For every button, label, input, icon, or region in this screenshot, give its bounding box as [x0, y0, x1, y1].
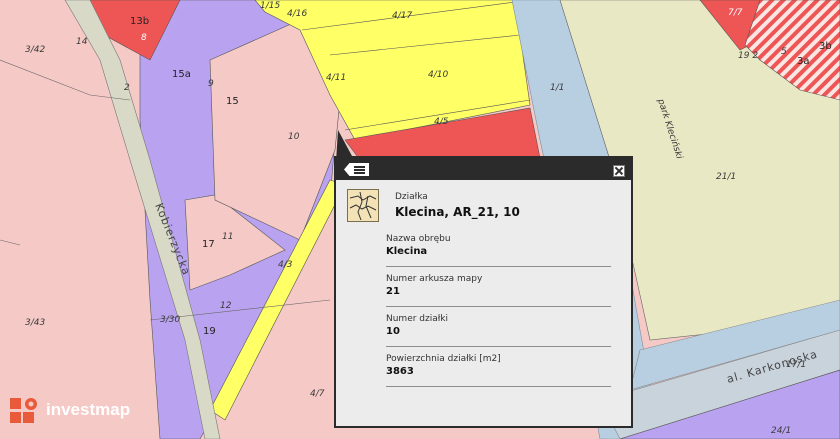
investmap-logo-icon	[10, 398, 37, 423]
label-2: 2	[124, 83, 130, 93]
label-19-2: 19 2	[738, 51, 758, 61]
label-3-43: 3/43	[25, 318, 45, 328]
field-label: Numer działki	[386, 314, 449, 324]
field-label: Nazwa obrębu	[386, 234, 451, 244]
label-1-1: 1/1	[550, 83, 564, 93]
field-label: Numer arkusza mapy	[386, 274, 483, 284]
popup-type-label: Działka	[395, 192, 428, 202]
label-24-1: 24/1	[771, 426, 791, 436]
list-icon[interactable]	[344, 163, 369, 176]
label-4-5: 4/5	[434, 117, 449, 127]
popup-title: Klecina, AR_21, 10	[395, 205, 520, 219]
field-value: 3863	[386, 366, 414, 377]
popup-body: Działka Klecina, AR_21, 10 Nazwa obrębu …	[336, 180, 631, 426]
field-label: Powierzchnia działki [m2]	[386, 354, 501, 364]
label-3-42: 3/42	[25, 45, 45, 55]
close-icon[interactable]	[613, 165, 625, 177]
label-3a: 3a	[797, 56, 810, 67]
field-value: 21	[386, 286, 400, 297]
label-11: 11	[222, 232, 233, 242]
label-4-10: 4/10	[428, 70, 448, 80]
label-12: 12	[220, 301, 232, 311]
label-10: 10	[288, 132, 300, 142]
field-numer-dzialki: Numer działki 10	[386, 314, 611, 347]
label-4-7: 4/7	[310, 389, 325, 399]
label-14: 14	[76, 37, 88, 47]
logo-text: investmap	[46, 400, 131, 419]
label-4-3: 4/3	[278, 260, 293, 270]
label-5: 5	[781, 47, 787, 57]
label-15a: 15a	[172, 69, 191, 80]
label-15: 15	[226, 96, 239, 107]
label-19: 19	[203, 326, 216, 337]
label-1-15: 1/15	[260, 1, 280, 11]
label-7-7: 7/7	[728, 8, 743, 18]
field-value: 10	[386, 326, 400, 337]
parcel-thumbnail-icon	[347, 189, 379, 222]
label-4-17: 4/17	[392, 11, 412, 21]
label-13b: 13b	[130, 16, 149, 27]
field-powierzchnia: Powierzchnia działki [m2] 3863	[386, 354, 611, 387]
popup-header	[334, 156, 633, 177]
label-3-30: 3/30	[160, 315, 180, 325]
label-17: 17	[202, 239, 215, 250]
label-9: 9	[208, 79, 214, 89]
label-4-11: 4/11	[326, 73, 346, 83]
label-21-1: 21/1	[716, 172, 736, 182]
label-3b: 3b	[819, 41, 832, 52]
label-8: 8	[141, 33, 147, 43]
field-numer-arkusza: Numer arkusza mapy 21	[386, 274, 611, 307]
field-nazwa-obrebu: Nazwa obrębu Klecina	[386, 234, 611, 267]
field-value: Klecina	[386, 246, 428, 257]
label-4-16: 4/16	[287, 9, 307, 19]
parcel-info-popup: Działka Klecina, AR_21, 10 Nazwa obrębu …	[334, 156, 633, 428]
